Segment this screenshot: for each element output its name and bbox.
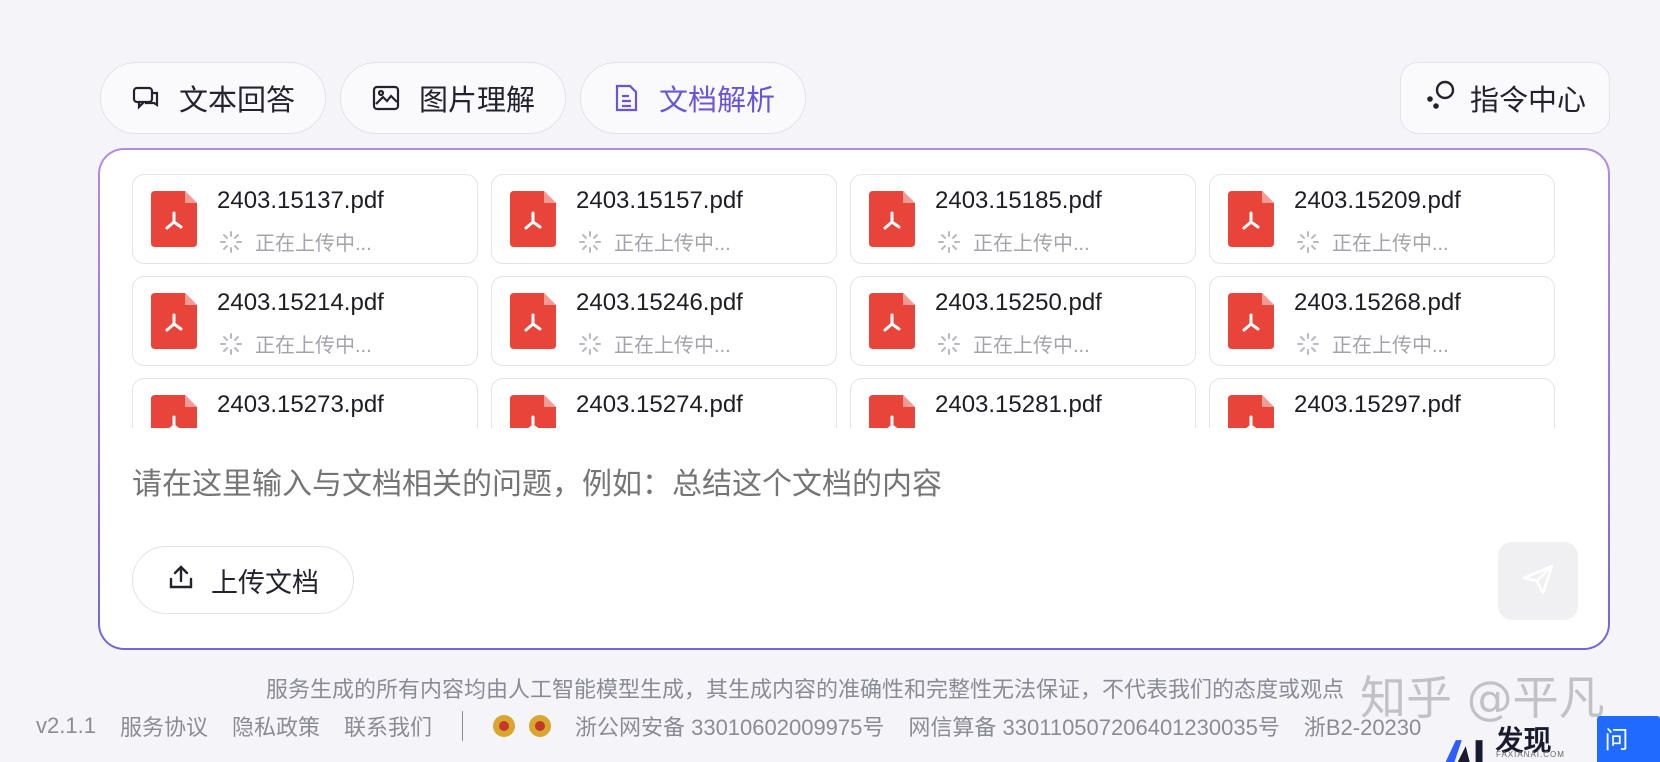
file-name: 2403.15157.pdf — [576, 187, 743, 214]
icp-record-1[interactable]: 浙公网安备 33010602009975号 — [575, 710, 884, 742]
file-card[interactable]: 2403.15185.pdf 正在上传中... — [850, 174, 1196, 264]
status-text: 正在上传中... — [255, 233, 372, 255]
loading-spinner-icon — [579, 230, 601, 253]
file-card[interactable]: 2403.15281.pdf — [850, 378, 1196, 428]
pdf-icon — [510, 293, 556, 349]
file-name: 2403.15185.pdf — [935, 187, 1102, 214]
tab-text-answer[interactable]: 文本回答 — [100, 62, 327, 134]
pdf-icon — [510, 191, 556, 247]
document-icon — [611, 83, 641, 113]
footer: v2.1.1 服务协议 隐私政策 联系我们 浙公网安备 330106020099… — [36, 710, 1421, 742]
pdf-icon — [1228, 293, 1274, 349]
file-status: 正在上传中... — [937, 227, 1090, 256]
status-text: 正在上传中... — [973, 233, 1090, 255]
file-card[interactable]: 2403.15274.pdf — [491, 378, 837, 428]
pdf-icon — [869, 191, 915, 247]
police-emblem-icon — [528, 715, 551, 737]
pdf-icon — [510, 395, 556, 428]
ai-disclaimer: 服务生成的所有内容均由人工智能模型生成，其生成内容的准确性和完整性无法保证，不代… — [266, 677, 1345, 702]
footer-link-terms[interactable]: 服务协议 — [120, 710, 208, 742]
file-name: 2403.15268.pdf — [1294, 289, 1461, 316]
file-status: 正在上传中... — [219, 227, 372, 256]
file-status: 正在上传中... — [1296, 227, 1449, 256]
footer-link-privacy[interactable]: 隐私政策 — [232, 710, 320, 742]
upload-document-button[interactable]: 上传文档 — [132, 546, 354, 614]
loading-spinner-icon — [938, 332, 960, 355]
brand-qa-tag: 问答 — [1596, 716, 1660, 762]
footer-link-contact[interactable]: 联系我们 — [344, 710, 432, 742]
status-text: 正在上传中... — [973, 335, 1090, 357]
file-name: 2403.15281.pdf — [935, 391, 1102, 418]
send-button[interactable] — [1498, 542, 1578, 620]
loading-spinner-icon — [938, 230, 960, 253]
question-input[interactable] — [132, 468, 1532, 502]
tab-label: 文本回答 — [179, 85, 296, 117]
mode-tabs: 文本回答 图片理解 文档解析 — [100, 62, 807, 134]
file-card[interactable]: 2403.15268.pdf 正在上传中... — [1209, 276, 1555, 366]
tab-image-understanding[interactable]: 图片理解 — [340, 62, 567, 134]
command-center-label: 指令中心 — [1469, 85, 1586, 117]
file-card[interactable]: 2403.15246.pdf 正在上传中... — [491, 276, 837, 366]
file-name: 2403.15246.pdf — [576, 289, 743, 316]
send-icon — [1519, 560, 1557, 603]
file-card[interactable]: 2403.15273.pdf — [132, 378, 478, 428]
pdf-icon — [869, 395, 915, 428]
pdf-icon — [1228, 191, 1274, 247]
file-card[interactable]: 2403.15209.pdf 正在上传中... — [1209, 174, 1555, 264]
command-center-button[interactable]: 指令中心 — [1400, 62, 1610, 134]
pdf-icon — [869, 293, 915, 349]
police-badges — [492, 715, 551, 737]
file-name: 2403.15274.pdf — [576, 391, 743, 418]
file-card[interactable]: 2403.15297.pdf — [1209, 378, 1555, 428]
status-text: 正在上传中... — [1332, 335, 1449, 357]
pdf-icon — [151, 191, 197, 247]
status-text: 正在上传中... — [1332, 233, 1449, 255]
brand-domain: FAXIANAI.COM — [1496, 750, 1565, 759]
file-card[interactable]: 2403.15157.pdf 正在上传中... — [491, 174, 837, 264]
file-name: 2403.15297.pdf — [1294, 391, 1461, 418]
image-icon — [371, 83, 401, 113]
footer-divider — [461, 711, 463, 741]
file-card[interactable]: 2403.15214.pdf 正在上传中... — [132, 276, 478, 366]
loading-spinner-icon — [1297, 230, 1319, 253]
file-name: 2403.15273.pdf — [217, 391, 384, 418]
loading-spinner-icon — [220, 332, 242, 355]
tab-label: 图片理解 — [419, 85, 536, 117]
pdf-icon — [1228, 395, 1274, 428]
status-text: 正在上传中... — [255, 335, 372, 357]
document-panel: 2403.15137.pdf 正在上传中... 2403.15157.pdf 正… — [98, 148, 1610, 650]
file-status: 正在上传中... — [1296, 329, 1449, 358]
status-text: 正在上传中... — [614, 335, 731, 357]
brand-ai-icon — [1445, 740, 1483, 762]
file-status: 正在上传中... — [937, 329, 1090, 358]
file-status: 正在上传中... — [219, 329, 372, 358]
file-name: 2403.15250.pdf — [935, 289, 1102, 316]
brand-logo: 发现AI FAXIANAI.COM 问答 — [1440, 716, 1660, 762]
file-card[interactable]: 2403.15137.pdf 正在上传中... — [132, 174, 478, 264]
upload-icon — [167, 563, 195, 598]
file-status: 正在上传中... — [578, 227, 731, 256]
loading-spinner-icon — [220, 230, 242, 253]
file-list: 2403.15137.pdf 正在上传中... 2403.15157.pdf 正… — [132, 174, 1572, 428]
police-emblem-icon — [492, 715, 515, 737]
tab-label: 文档解析 — [659, 85, 776, 117]
pdf-icon — [151, 395, 197, 428]
tab-document-parsing[interactable]: 文档解析 — [580, 62, 807, 134]
pdf-icon — [151, 293, 197, 349]
icp-record-2[interactable]: 网信算备 330110507206401230035号 — [908, 710, 1279, 742]
status-text: 正在上传中... — [614, 233, 731, 255]
file-name: 2403.15137.pdf — [217, 187, 384, 214]
file-name: 2403.15214.pdf — [217, 289, 384, 316]
chat-icon — [131, 83, 161, 113]
loading-spinner-icon — [579, 332, 601, 355]
file-card[interactable]: 2403.15250.pdf 正在上传中... — [850, 276, 1196, 366]
version-label: v2.1.1 — [36, 713, 96, 738]
file-status: 正在上传中... — [578, 329, 731, 358]
file-name: 2403.15209.pdf — [1294, 187, 1461, 214]
loading-spinner-icon — [1297, 332, 1319, 355]
upload-label: 上传文档 — [211, 567, 319, 598]
command-icon — [1424, 77, 1458, 119]
